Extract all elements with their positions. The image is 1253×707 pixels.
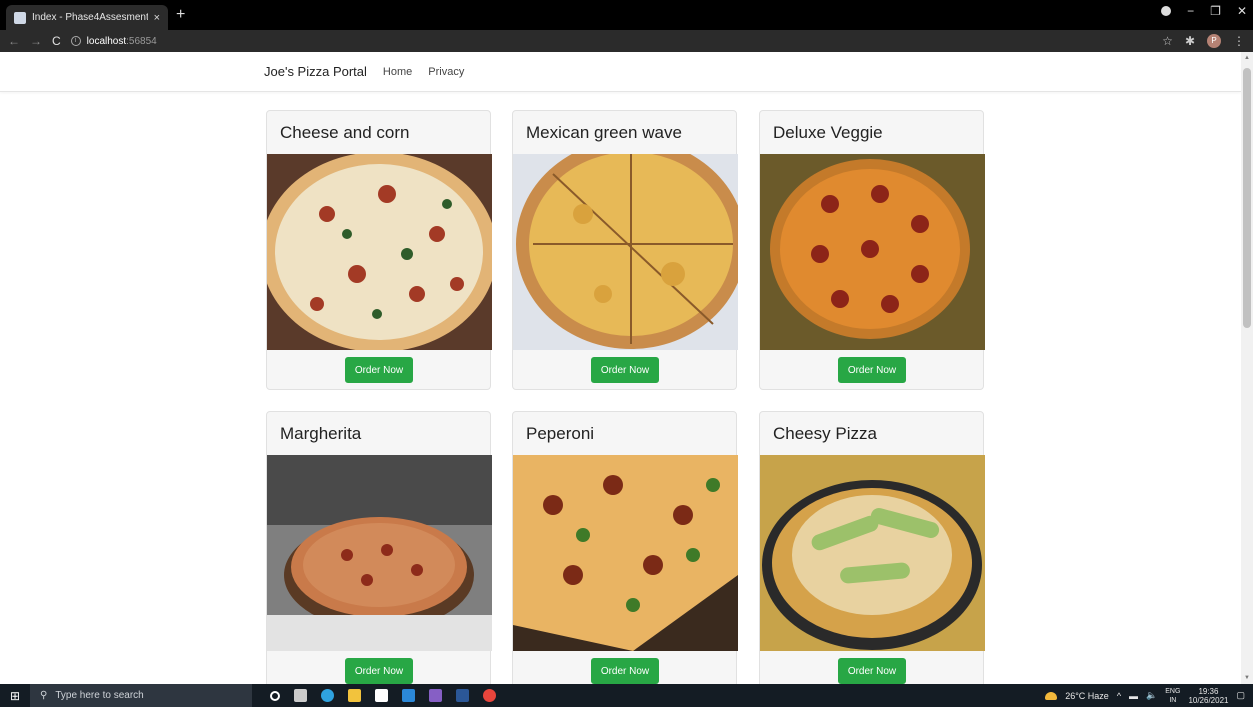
region-code: IN [1169, 696, 1177, 704]
cortana-icon[interactable] [270, 690, 280, 701]
page-viewport: Joe's Pizza Portal Home Privacy Cheese a… [0, 52, 1241, 684]
browser-tabstrip: Index - Phase4Assesment × + − ❐ ✕ [0, 0, 1253, 30]
scroll-thumb[interactable] [1243, 68, 1251, 328]
restore-icon[interactable]: ❐ [1210, 4, 1221, 18]
notification-icon[interactable]: ▢ [1236, 690, 1245, 701]
visual-studio-icon[interactable] [429, 689, 442, 702]
page-scrollbar[interactable]: ▲ ▼ [1241, 52, 1253, 684]
browser-toolbar: ← → C i localhost:56854 ☆ ✱ P ⋮ [0, 30, 1253, 52]
language-indicator[interactable]: ENG IN [1165, 687, 1180, 705]
store-icon[interactable] [375, 689, 388, 702]
order-now-button[interactable]: Order Now [838, 658, 906, 684]
pizza-image [513, 154, 738, 350]
pizza-card: Peperoni Order Now [512, 411, 738, 684]
file-explorer-icon[interactable] [348, 689, 361, 702]
order-now-button[interactable]: Order Now [345, 658, 413, 684]
scroll-down-icon[interactable]: ▼ [1244, 675, 1250, 681]
pizza-card: Deluxe Veggie Order Now [759, 110, 985, 390]
site-brand[interactable]: Joe's Pizza Portal [264, 64, 367, 79]
pizza-image [760, 154, 985, 350]
windows-taskbar: ⊞ ⚲ Type here to search 26°C Haze ^ ▬ 🔈 … [0, 684, 1253, 707]
clock-time: 19:36 [1198, 686, 1219, 696]
pizza-card: Margherita Order Now [266, 411, 492, 684]
reload-icon[interactable]: C [52, 34, 61, 48]
site-navbar: Joe's Pizza Portal Home Privacy [0, 52, 1241, 92]
order-now-button[interactable]: Order Now [591, 658, 659, 684]
search-placeholder: Type here to search [55, 690, 144, 701]
pizza-image [267, 154, 492, 350]
mail-icon[interactable] [402, 689, 415, 702]
nav-link-home[interactable]: Home [383, 66, 412, 78]
weather-icon[interactable] [1045, 691, 1058, 700]
clock-date: 10/26/2021 [1188, 695, 1229, 705]
windows-start-icon[interactable]: ⊞ [0, 689, 30, 703]
task-view-icon[interactable] [294, 689, 307, 702]
pizza-image [267, 455, 492, 651]
system-tray: 26°C Haze ^ ▬ 🔈 ENG IN 19:36 10/26/2021 … [1045, 687, 1253, 705]
search-icon: ⚲ [40, 690, 48, 701]
forward-arrow-icon[interactable]: → [30, 34, 42, 48]
extensions-puzzle-icon[interactable]: ✱ [1185, 34, 1195, 48]
minimize-icon[interactable]: − [1187, 4, 1194, 18]
pizza-image [513, 455, 738, 651]
profile-avatar[interactable]: P [1207, 34, 1221, 48]
tab-title: Index - Phase4Assesment [32, 12, 148, 23]
clock[interactable]: 19:36 10/26/2021 [1188, 687, 1228, 705]
pizza-title: Cheesy Pizza [773, 424, 877, 443]
browser-tab[interactable]: Index - Phase4Assesment × [6, 5, 168, 30]
pizza-title: Deluxe Veggie [773, 123, 883, 142]
chrome-icon[interactable] [483, 689, 496, 702]
taskbar-search[interactable]: ⚲ Type here to search [30, 684, 252, 707]
browser-menu-icon[interactable]: ⋮ [1233, 34, 1245, 48]
pizza-title: Cheese and corn [280, 123, 410, 142]
network-icon[interactable]: ▬ [1129, 691, 1138, 701]
pizza-card: Cheesy Pizza Order Now [759, 411, 985, 684]
new-tab-icon[interactable]: + [176, 6, 185, 24]
scroll-up-icon[interactable]: ▲ [1244, 55, 1250, 61]
back-arrow-icon[interactable]: ← [8, 34, 20, 48]
pizza-title: Mexican green wave [526, 123, 682, 142]
window-controls: − ❐ ✕ [1161, 4, 1247, 18]
order-now-button[interactable]: Order Now [591, 357, 659, 383]
pizza-card: Mexican green wave Order Now [512, 110, 738, 390]
page-favicon-icon [14, 11, 26, 24]
volume-icon[interactable]: 🔈 [1146, 690, 1157, 701]
order-now-button[interactable]: Order Now [345, 357, 413, 383]
site-info-icon[interactable]: i [70, 36, 81, 46]
url-host: localhost [86, 35, 127, 47]
edge-icon[interactable] [321, 689, 334, 702]
pizza-title: Peperoni [526, 424, 595, 443]
close-window-icon[interactable]: ✕ [1237, 4, 1247, 18]
close-tab-icon[interactable]: × [154, 12, 160, 24]
bookmark-star-icon[interactable]: ☆ [1162, 34, 1173, 48]
address-bar[interactable]: i localhost:56854 [70, 35, 157, 47]
nav-link-privacy[interactable]: Privacy [428, 66, 464, 78]
pizza-image [760, 455, 985, 651]
order-now-button[interactable]: Order Now [838, 357, 906, 383]
word-icon[interactable] [456, 689, 469, 702]
pizza-title: Margherita [280, 424, 362, 443]
extension-icon[interactable] [1161, 6, 1172, 16]
chevron-up-icon[interactable]: ^ [1117, 691, 1121, 701]
url-port: :56854 [126, 35, 157, 47]
lang-code: ENG [1165, 687, 1181, 695]
weather-text[interactable]: 26°C Haze [1065, 691, 1109, 701]
pizza-card: Cheese and corn Order Now [266, 110, 492, 390]
